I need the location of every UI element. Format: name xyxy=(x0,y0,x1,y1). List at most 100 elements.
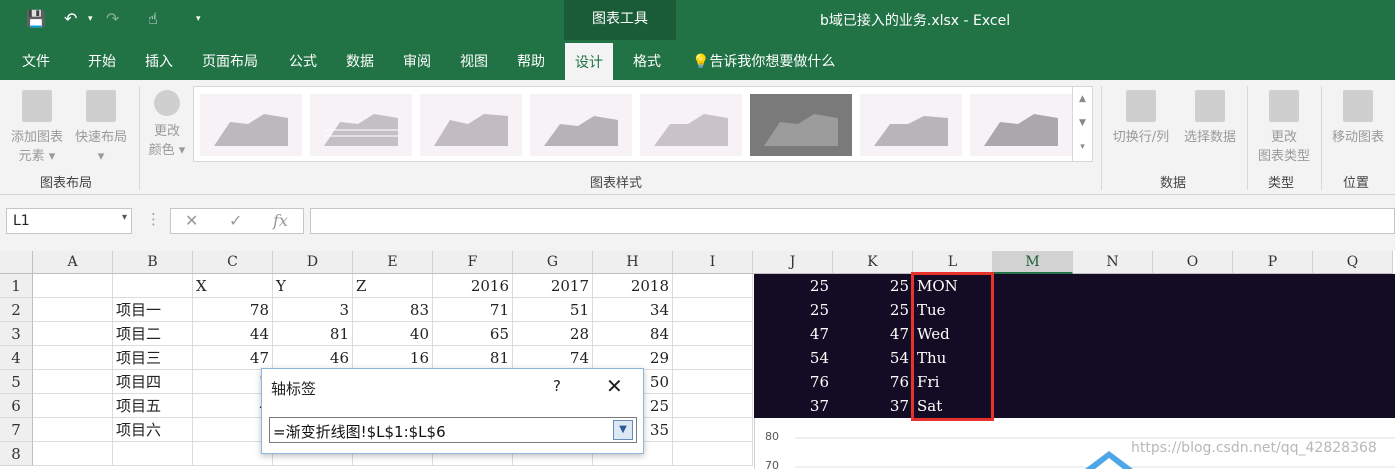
cell-g3[interactable]: 28 xyxy=(513,322,593,346)
move-chart-button[interactable]: 移动图表 xyxy=(1324,90,1392,147)
cell-k5[interactable]: 76 xyxy=(833,370,909,394)
cell-g1[interactable]: 2017 xyxy=(513,274,593,298)
cell-k1[interactable]: 25 xyxy=(833,274,909,298)
cell-i3[interactable] xyxy=(673,322,753,346)
cell-a2[interactable] xyxy=(33,298,113,322)
help-icon[interactable]: ? xyxy=(553,377,561,395)
column-header-q[interactable]: Q xyxy=(1313,251,1393,274)
column-header-p[interactable]: P xyxy=(1233,251,1313,274)
chart-style-8[interactable] xyxy=(970,94,1072,156)
switch-row-column-button[interactable]: 切换行/列 xyxy=(1106,90,1176,147)
cell-i5[interactable] xyxy=(673,370,753,394)
gallery-scroll-up-icon[interactable]: ▲ xyxy=(1073,87,1092,111)
chart-style-6[interactable] xyxy=(750,94,852,156)
column-header-k[interactable]: K xyxy=(833,251,913,274)
tab-view[interactable]: 视图 xyxy=(460,51,488,71)
cell-c1[interactable]: X xyxy=(193,274,273,298)
tab-insert[interactable]: 插入 xyxy=(145,51,173,71)
formula-input[interactable] xyxy=(310,208,1395,234)
cell-j2[interactable]: 25 xyxy=(753,298,829,322)
column-header-a[interactable]: A xyxy=(33,251,113,274)
cell-b2[interactable]: 项目一 xyxy=(113,298,193,322)
cell-b4[interactable]: 项目三 xyxy=(113,346,193,370)
quick-layout-button[interactable]: 快速布局 ▾ xyxy=(70,90,132,166)
cell-k2[interactable]: 25 xyxy=(833,298,909,322)
cell-b3[interactable]: 项目二 xyxy=(113,322,193,346)
column-header-g[interactable]: G xyxy=(513,251,593,274)
cell-a1[interactable] xyxy=(33,274,113,298)
enter-icon[interactable]: ✓ xyxy=(229,211,242,230)
touch-mode-icon[interactable]: ☝ xyxy=(148,9,158,28)
row-header-5[interactable]: 5 xyxy=(0,370,33,394)
column-header-o[interactable]: O xyxy=(1153,251,1233,274)
tell-me-search[interactable]: 💡告诉我你想要做什么 xyxy=(692,51,835,71)
cell-h1[interactable]: 2018 xyxy=(593,274,673,298)
cell-b7[interactable]: 项目六 xyxy=(113,418,193,442)
column-header-j[interactable]: J xyxy=(753,251,833,274)
chart-style-2[interactable] xyxy=(310,94,412,156)
cell-j3[interactable]: 47 xyxy=(753,322,829,346)
cell-j1[interactable]: 25 xyxy=(753,274,829,298)
cell-a3[interactable] xyxy=(33,322,113,346)
row-header-8[interactable]: 8 xyxy=(0,442,33,466)
chart-style-1[interactable] xyxy=(200,94,302,156)
formula-bar-grip-icon[interactable]: ⋮ xyxy=(146,210,161,228)
cell-a7[interactable] xyxy=(33,418,113,442)
cell-a4[interactable] xyxy=(33,346,113,370)
undo-dropdown-icon[interactable]: ▾ xyxy=(88,14,93,24)
cell-i8[interactable] xyxy=(673,442,753,466)
gallery-scrollbar[interactable]: ▲ ▼ ▾ xyxy=(1072,87,1092,161)
chart-style-5[interactable] xyxy=(640,94,742,156)
name-box[interactable]: L1 ▾ xyxy=(6,208,132,234)
cell-g2[interactable]: 51 xyxy=(513,298,593,322)
chart-styles-gallery[interactable]: ▲ ▼ ▾ xyxy=(193,86,1093,162)
close-icon[interactable]: ✕ xyxy=(606,374,623,398)
collapse-dialog-icon[interactable]: ▼ xyxy=(613,420,633,440)
cell-c3[interactable]: 44 xyxy=(193,322,273,346)
cell-j6[interactable]: 37 xyxy=(753,394,829,418)
tab-page-layout[interactable]: 页面布局 xyxy=(202,51,258,71)
column-header-c[interactable]: C xyxy=(193,251,273,274)
chart-style-4[interactable] xyxy=(530,94,632,156)
customize-qa-icon[interactable]: ▾ xyxy=(196,14,201,24)
cell-i4[interactable] xyxy=(673,346,753,370)
chart-style-7[interactable] xyxy=(860,94,962,156)
row-header-1[interactable]: 1 xyxy=(0,274,33,298)
cell-f4[interactable]: 81 xyxy=(433,346,513,370)
row-header-2[interactable]: 2 xyxy=(0,298,33,322)
cell-d4[interactable]: 46 xyxy=(273,346,353,370)
cell-e2[interactable]: 83 xyxy=(353,298,433,322)
cell-k3[interactable]: 47 xyxy=(833,322,909,346)
save-icon[interactable]: 💾 xyxy=(26,9,46,28)
cell-i2[interactable] xyxy=(673,298,753,322)
cell-a5[interactable] xyxy=(33,370,113,394)
cell-a8[interactable] xyxy=(33,442,113,466)
cell-f3[interactable]: 65 xyxy=(433,322,513,346)
cell-i6[interactable] xyxy=(673,394,753,418)
row-header-4[interactable]: 4 xyxy=(0,346,33,370)
gallery-scroll-down-icon[interactable]: ▼ xyxy=(1073,111,1092,135)
cell-k4[interactable]: 54 xyxy=(833,346,909,370)
change-chart-type-button[interactable]: 更改 图表类型 xyxy=(1252,90,1316,166)
tab-design[interactable]: 设计 xyxy=(565,43,613,80)
tab-formulas[interactable]: 公式 xyxy=(289,51,317,71)
cell-h3[interactable]: 84 xyxy=(593,322,673,346)
add-chart-element-button[interactable]: 添加图表 元素 ▾ xyxy=(6,90,68,166)
cell-h2[interactable]: 34 xyxy=(593,298,673,322)
undo-icon[interactable]: ↶ xyxy=(64,9,77,28)
cell-g4[interactable]: 74 xyxy=(513,346,593,370)
cell-b5[interactable]: 项目四 xyxy=(113,370,193,394)
column-header-h[interactable]: H xyxy=(593,251,673,274)
axis-label-range-input[interactable]: =渐变折线图!$L$1:$L$6 ▼ xyxy=(269,417,637,443)
cell-d2[interactable]: 3 xyxy=(273,298,353,322)
column-header-d[interactable]: D xyxy=(273,251,353,274)
cell-d3[interactable]: 81 xyxy=(273,322,353,346)
row-header-3[interactable]: 3 xyxy=(0,322,33,346)
insert-function-icon[interactable]: fx xyxy=(273,211,288,230)
column-header-f[interactable]: F xyxy=(433,251,513,274)
cell-d1[interactable]: Y xyxy=(273,274,353,298)
cell-f2[interactable]: 71 xyxy=(433,298,513,322)
cell-b6[interactable]: 项目五 xyxy=(113,394,193,418)
column-header-m[interactable]: M xyxy=(993,251,1073,274)
cell-f1[interactable]: 2016 xyxy=(433,274,513,298)
